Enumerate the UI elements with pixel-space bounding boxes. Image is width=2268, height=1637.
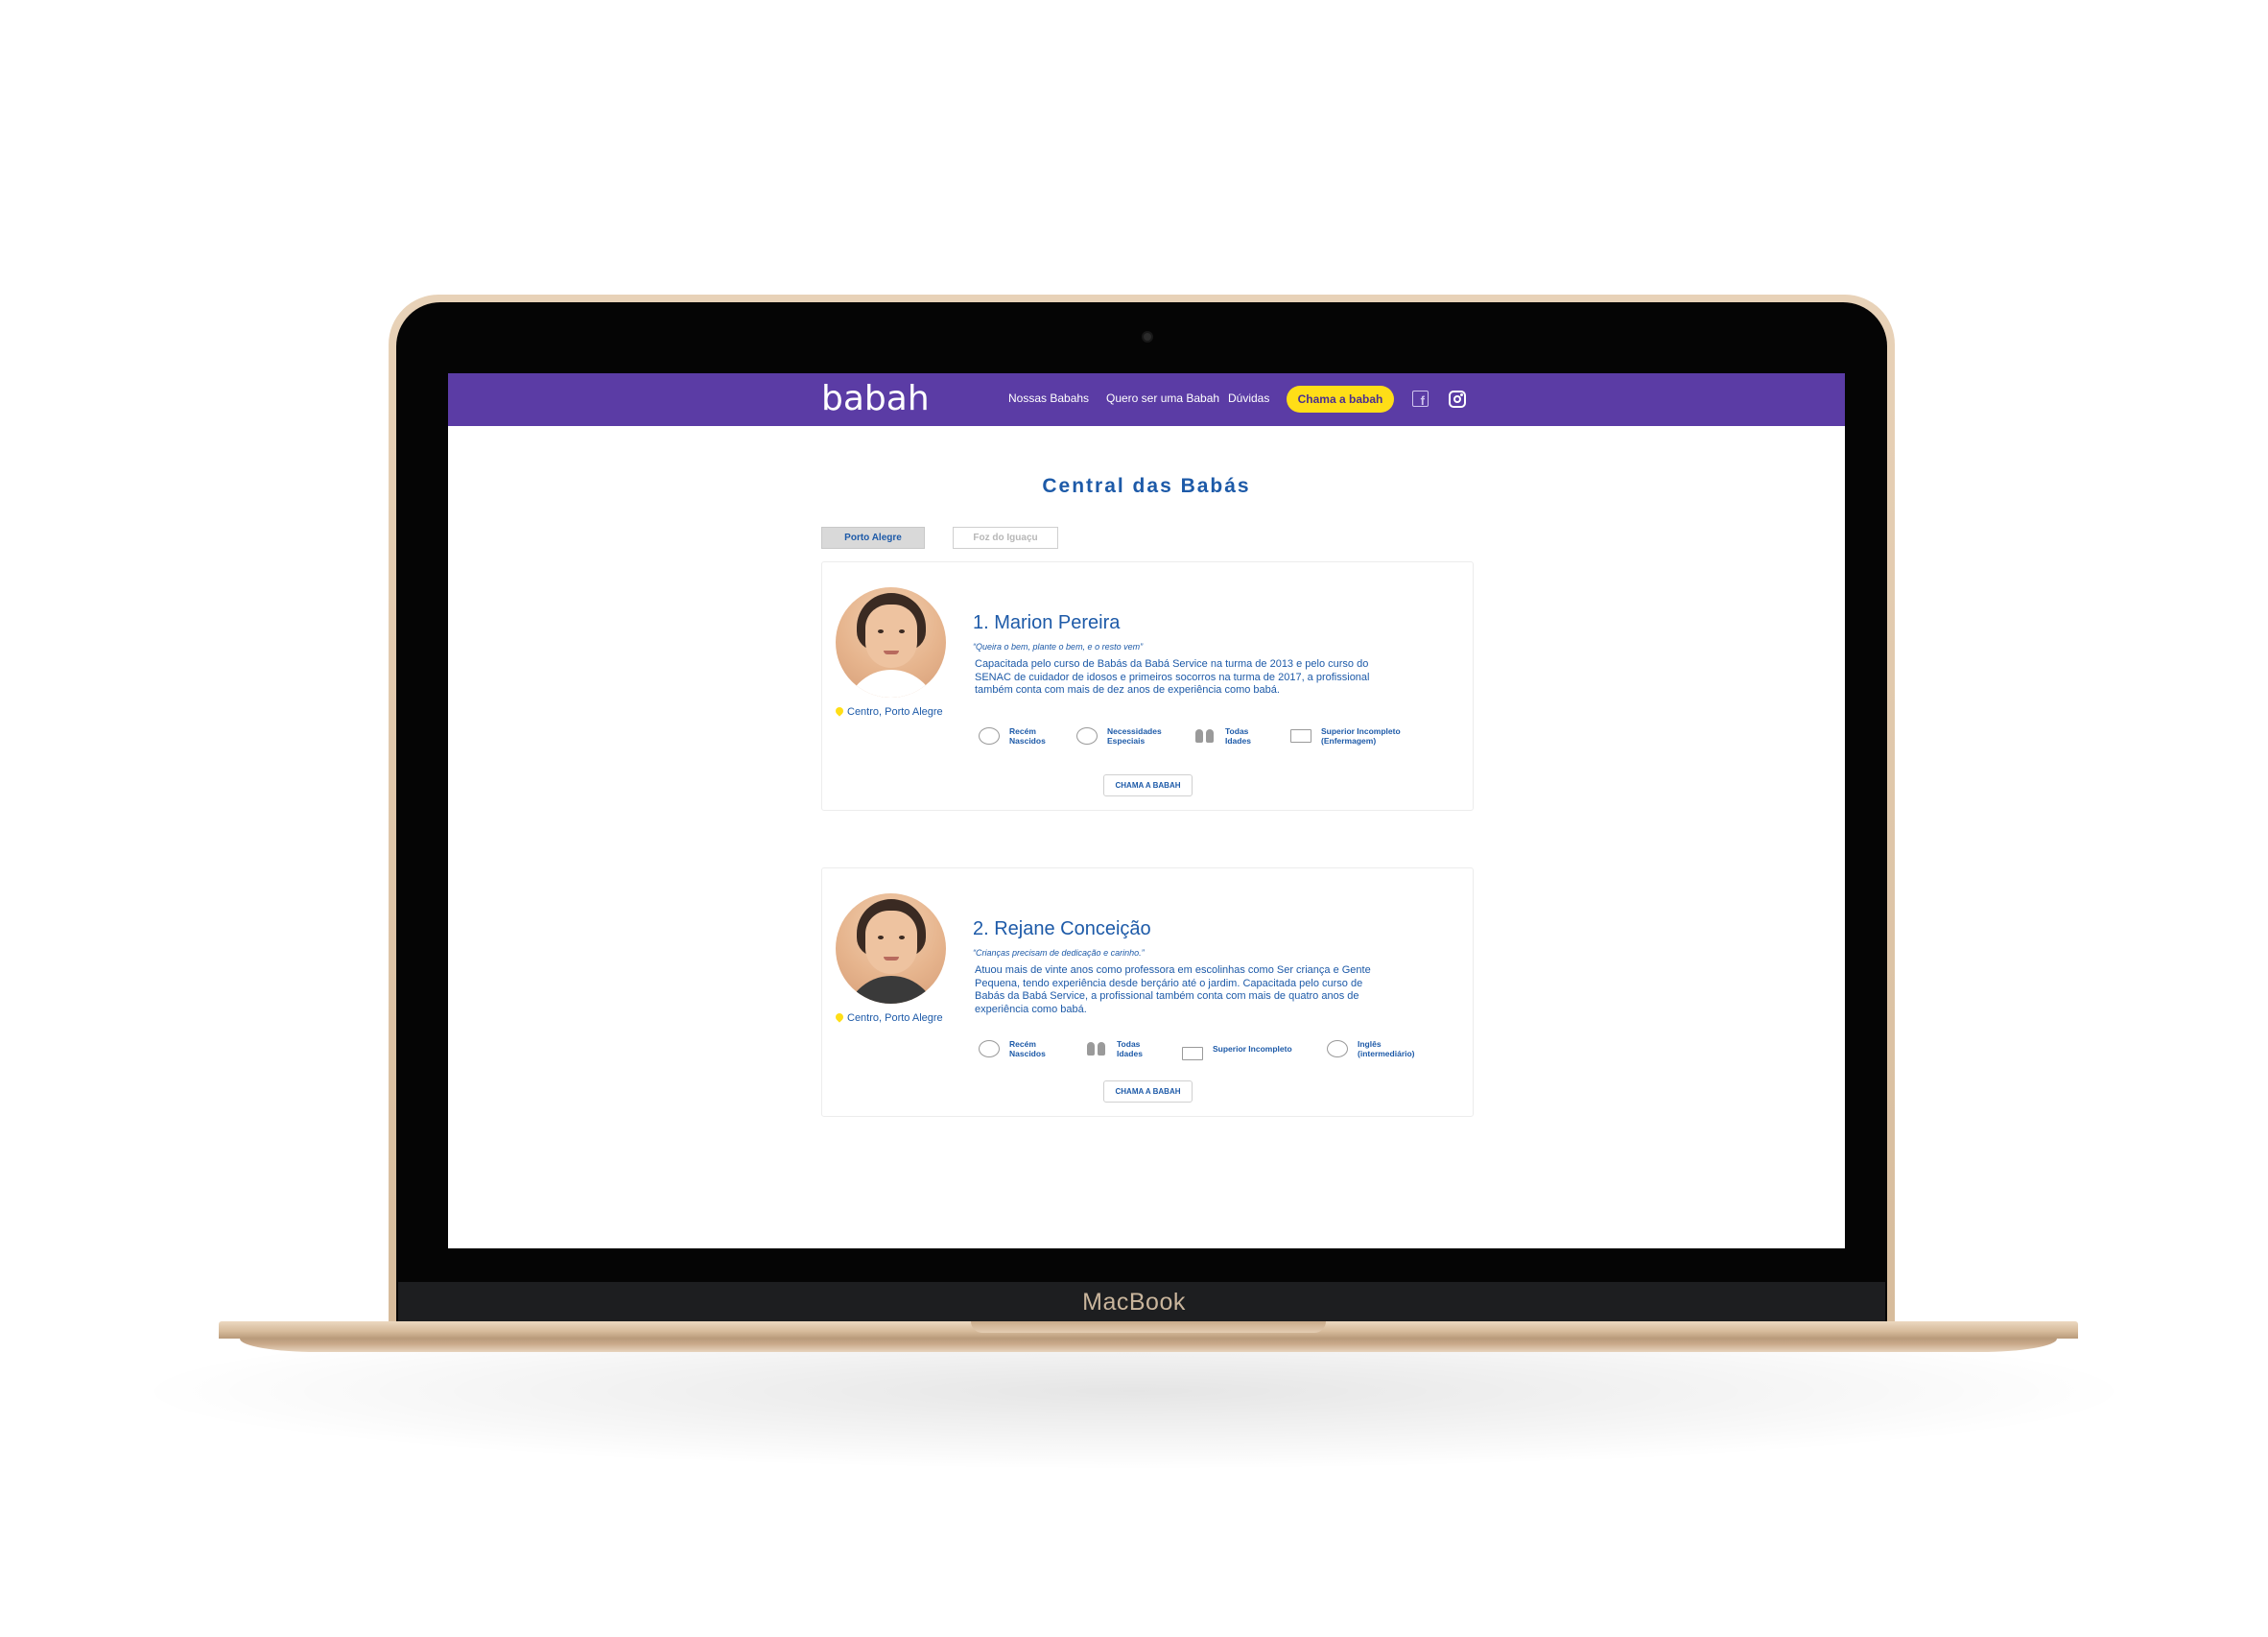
nav-link-duvidas[interactable]: Dúvidas bbox=[1228, 391, 1269, 405]
nav-link-quero-ser-babah[interactable]: Quero ser uma Babah bbox=[1106, 391, 1219, 405]
nanny-location: Centro, Porto Alegre bbox=[834, 705, 970, 718]
tab-foz-do-iguacu[interactable]: Foz do Iguaçu bbox=[953, 527, 1058, 549]
facebook-icon[interactable]: f bbox=[1412, 391, 1429, 407]
laptop-notch bbox=[971, 1321, 1326, 1333]
device-brand: MacBook bbox=[1082, 1289, 1186, 1316]
special-needs-icon bbox=[1076, 727, 1098, 745]
instagram-icon[interactable] bbox=[1449, 391, 1466, 408]
nanny-location: Centro, Porto Alegre bbox=[834, 1011, 970, 1024]
children-icon bbox=[1194, 727, 1216, 745]
english-icon bbox=[1327, 1040, 1348, 1057]
camera-icon bbox=[1142, 331, 1153, 343]
chama-babah-button[interactable]: CHAMA A BABAH bbox=[1103, 774, 1193, 796]
top-navigation-bar: babah Nossas Babahs Quero ser uma Babah … bbox=[448, 373, 1845, 426]
nanny-card: Centro, Porto Alegre 2. Rejane Conceição… bbox=[821, 867, 1474, 1117]
baby-icon bbox=[979, 727, 1000, 745]
location-pin-icon bbox=[834, 1011, 845, 1023]
chama-babah-header-button[interactable]: Chama a babah bbox=[1287, 386, 1394, 413]
nanny-photo bbox=[836, 587, 946, 698]
nanny-name: 1. Marion Pereira bbox=[973, 612, 1121, 633]
nanny-bio: Capacitada pelo curso de Babás da Babá S… bbox=[975, 658, 1370, 696]
page-title: Central das Babás bbox=[1042, 475, 1251, 497]
nanny-card: Centro, Porto Alegre 1. Marion Pereira “… bbox=[821, 561, 1474, 811]
book-icon bbox=[1290, 729, 1311, 743]
book-icon bbox=[1182, 1047, 1203, 1060]
baby-icon bbox=[979, 1040, 1000, 1057]
nanny-name: 2. Rejane Conceição bbox=[973, 918, 1151, 939]
laptop-base-edge bbox=[240, 1339, 2057, 1352]
nav-link-nossas-babahs[interactable]: Nossas Babahs bbox=[1008, 391, 1089, 405]
nanny-bio: Atuou mais de vinte anos como professora… bbox=[975, 964, 1371, 1015]
location-pin-icon bbox=[834, 705, 845, 717]
children-icon bbox=[1086, 1040, 1107, 1057]
nanny-photo bbox=[836, 893, 946, 1004]
site-logo[interactable]: babah bbox=[821, 379, 930, 418]
chama-babah-button[interactable]: CHAMA A BABAH bbox=[1103, 1080, 1193, 1103]
tab-porto-alegre[interactable]: Porto Alegre bbox=[821, 527, 925, 549]
nanny-quote: “Crianças precisam de dedicação e carinh… bbox=[973, 948, 1145, 958]
nanny-quote: “Queira o bem, plante o bem, e o resto v… bbox=[973, 642, 1144, 652]
website-screen: babah Nossas Babahs Quero ser uma Babah … bbox=[448, 373, 1845, 1248]
